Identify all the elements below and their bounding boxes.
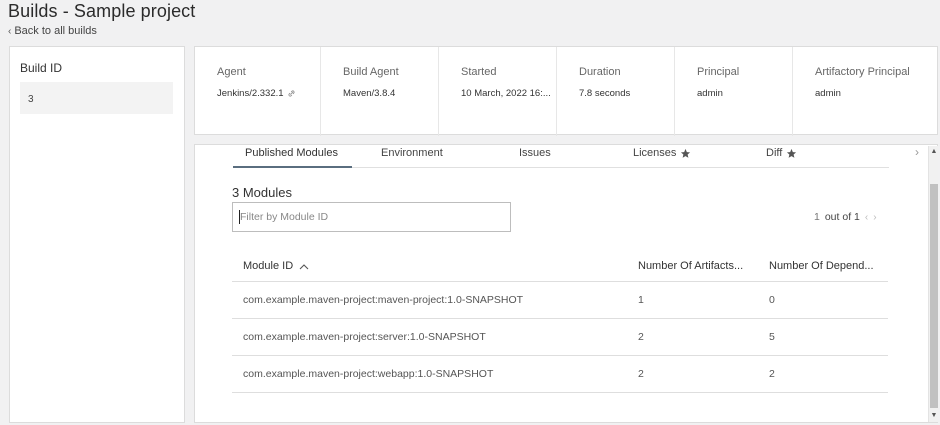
sort-ascending-icon [299, 263, 309, 269]
info-principal: Principal admin [674, 47, 792, 136]
modules-table: Module ID Number Of Artifacts... Number … [232, 250, 888, 393]
info-value: Jenkins/2.332.1 [217, 88, 284, 99]
info-value: 10 March, 2022 16:... [461, 88, 551, 99]
info-value: admin [815, 88, 841, 99]
vertical-scrollbar[interactable]: ▲ ▼ [928, 146, 938, 422]
module-id-cell: com.example.maven-project:server:1.0-SNA… [243, 331, 486, 343]
info-label: Principal [697, 66, 740, 78]
scroll-up-arrow-icon[interactable]: ▲ [929, 146, 939, 158]
tab-diff[interactable]: Diff [766, 147, 797, 159]
table-row[interactable]: com.example.maven-project:webapp:1.0-SNA… [232, 356, 888, 393]
info-label: Artifactory Principal [815, 66, 910, 78]
info-build-agent: Build Agent Maven/3.8.4 [320, 47, 438, 136]
back-to-builds-link[interactable]: ‹ Back to all builds [8, 25, 97, 37]
info-label: Started [461, 66, 497, 78]
tab-published-modules[interactable]: Published Modules [245, 147, 338, 159]
tab-licenses[interactable]: Licenses [633, 147, 691, 159]
tab-bar: Published Modules Environment Issues Lic… [233, 145, 919, 168]
build-id-item[interactable]: 3 [20, 82, 173, 114]
build-id-title: Build ID [20, 61, 63, 75]
info-started: Started 10 March, 2022 16:... [438, 47, 556, 136]
column-label: Module ID [243, 260, 294, 272]
dependencies-cell: 5 [769, 331, 775, 343]
info-value: 7.8 seconds [579, 88, 631, 99]
page-total: out of 1 [824, 211, 860, 223]
info-label: Duration [579, 66, 621, 78]
page-number[interactable]: 1 [814, 211, 820, 223]
link-icon[interactable] [287, 89, 296, 98]
scrollbar-thumb[interactable] [930, 184, 938, 408]
active-tab-indicator [233, 166, 352, 168]
scroll-down-arrow-icon[interactable]: ▼ [929, 410, 939, 422]
modules-panel: Published Modules Environment Issues Lic… [194, 144, 938, 423]
pagination: 1 out of 1 ‹ › [814, 211, 877, 223]
modules-count: 3 Modules [232, 185, 292, 200]
page-title: Builds - Sample project [8, 1, 196, 21]
info-agent: Agent Jenkins/2.332.1 [195, 47, 298, 136]
star-icon [787, 148, 797, 158]
info-duration: Duration 7.8 seconds [556, 47, 674, 136]
artifacts-cell: 2 [638, 368, 644, 380]
tab-label: Licenses [633, 147, 677, 159]
tab-environment[interactable]: Environment [381, 147, 443, 159]
back-link-label: Back to all builds [14, 25, 97, 37]
info-label: Agent [217, 66, 246, 78]
artifacts-cell: 1 [638, 294, 644, 306]
table-header: Module ID Number Of Artifacts... Number … [232, 250, 888, 282]
chevron-left-icon: ‹ [8, 25, 12, 37]
build-info-panel: Agent Jenkins/2.332.1 Build Agent Maven/… [194, 46, 938, 136]
table-row[interactable]: com.example.maven-project:server:1.0-SNA… [232, 319, 888, 356]
module-filter-input[interactable] [232, 202, 511, 232]
column-header-module-id[interactable]: Module ID [243, 260, 309, 272]
tab-issues[interactable]: Issues [519, 147, 551, 159]
text-caret [239, 210, 240, 224]
column-header-artifacts[interactable]: Number Of Artifacts... [638, 260, 743, 272]
info-value: Maven/3.8.4 [343, 88, 396, 99]
tabs-next-chevron-icon[interactable]: › [915, 145, 919, 159]
dependencies-cell: 2 [769, 368, 775, 380]
info-value: admin [697, 88, 723, 99]
chevron-left-icon[interactable]: ‹ [865, 212, 868, 223]
info-artifactory-principal: Artifactory Principal admin [792, 47, 938, 136]
build-id-panel: Build ID 3 [9, 46, 185, 423]
module-id-cell: com.example.maven-project:webapp:1.0-SNA… [243, 368, 494, 380]
table-row[interactable]: com.example.maven-project:maven-project:… [232, 282, 888, 319]
artifacts-cell: 2 [638, 331, 644, 343]
column-header-dependencies[interactable]: Number Of Depend... [769, 260, 874, 272]
dependencies-cell: 0 [769, 294, 775, 306]
star-icon [681, 148, 691, 158]
module-id-cell: com.example.maven-project:maven-project:… [243, 294, 524, 306]
chevron-right-icon[interactable]: › [873, 212, 876, 223]
tab-label: Diff [766, 147, 783, 159]
info-label: Build Agent [343, 66, 399, 78]
